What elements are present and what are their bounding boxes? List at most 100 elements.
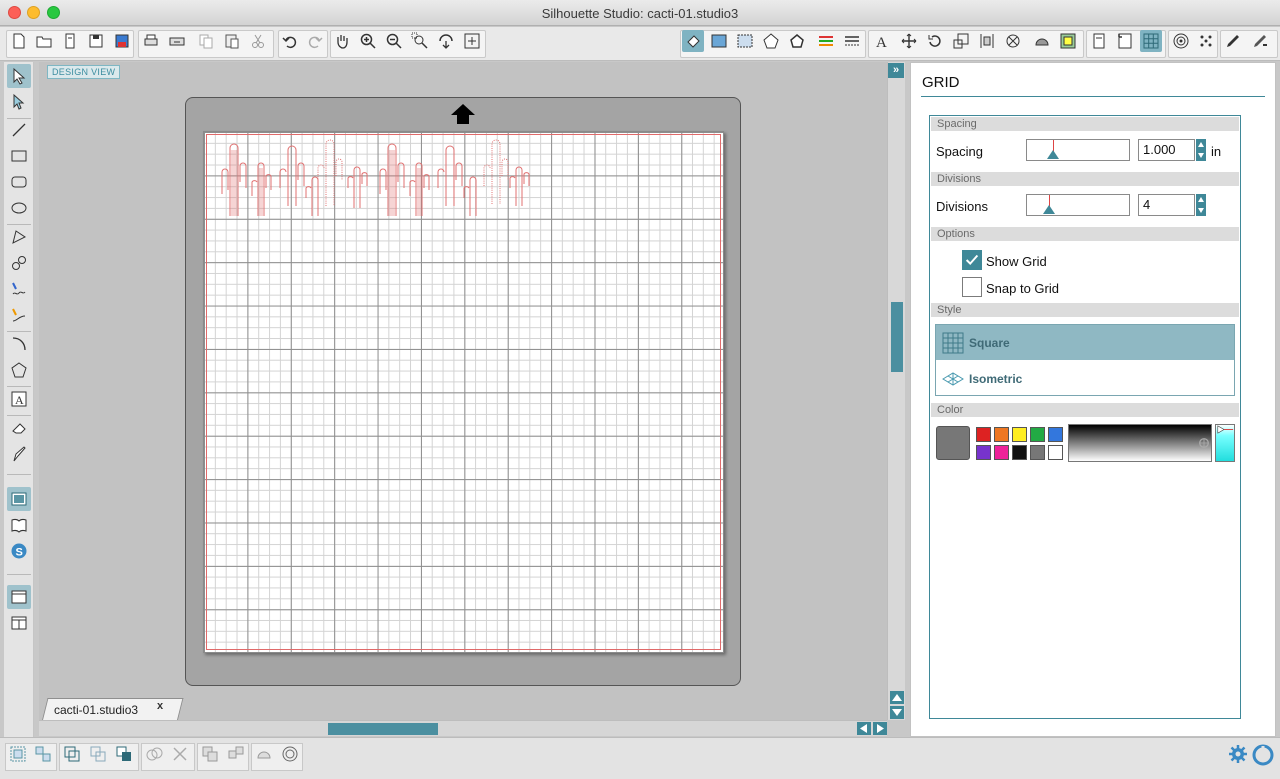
undo-icon[interactable]	[279, 30, 301, 52]
group-icon[interactable]	[7, 743, 29, 765]
style-option-square[interactable]: Square	[936, 325, 1234, 360]
print-icon[interactable]	[140, 30, 162, 52]
fill-color-icon[interactable]	[682, 30, 704, 52]
line-tool-icon[interactable]	[7, 118, 31, 142]
edit-points-icon[interactable]	[7, 90, 31, 114]
current-color-swatch[interactable]	[936, 426, 970, 460]
registration-marks-icon[interactable]	[1114, 30, 1136, 52]
horizontal-scrollbar[interactable]	[39, 720, 887, 736]
color-swatch-orange[interactable]	[994, 427, 1009, 442]
cactus-designs[interactable]	[208, 136, 538, 218]
save-to-library-icon[interactable]	[111, 30, 133, 52]
color-swatch-red[interactable]	[976, 427, 991, 442]
line-color-icon[interactable]	[815, 30, 837, 52]
divisions-slider-handle[interactable]	[1043, 205, 1055, 214]
save-icon[interactable]	[85, 30, 107, 52]
trace-icon[interactable]	[1170, 30, 1192, 52]
vertical-scroll-thumb[interactable]	[891, 302, 903, 372]
collapse-panel-button[interactable]: »	[888, 63, 904, 78]
copy-icon[interactable]	[195, 30, 217, 52]
style-option-isometric[interactable]: Isometric	[936, 361, 1234, 396]
color-swatch-gray[interactable]	[1030, 445, 1045, 460]
zoom-selection-icon[interactable]	[409, 30, 431, 52]
replicate-icon[interactable]	[1002, 30, 1024, 52]
vertical-scrollbar[interactable]	[887, 62, 905, 720]
divisions-stepper[interactable]	[1196, 194, 1206, 216]
pentagon-style-icon[interactable]	[786, 30, 808, 52]
bring-to-front-icon[interactable]	[113, 743, 135, 765]
sketch-icon[interactable]	[1222, 30, 1244, 52]
document-tab-label[interactable]: cacti-01.studio3	[54, 703, 138, 717]
align-icon[interactable]	[976, 30, 998, 52]
snap-to-grid-checkbox[interactable]	[962, 277, 982, 297]
release-compound-path-icon[interactable]	[87, 743, 109, 765]
show-grid-checkbox[interactable]	[962, 250, 982, 270]
color-swatch-purple[interactable]	[976, 445, 991, 460]
ellipse-tool-icon[interactable]	[7, 196, 31, 220]
divisions-input[interactable]: 4	[1138, 194, 1195, 216]
open-folder-icon[interactable]	[33, 30, 55, 52]
open-file-icon[interactable]	[59, 30, 81, 52]
line-style-icon[interactable]	[841, 30, 863, 52]
zoom-in-icon[interactable]	[357, 30, 379, 52]
regular-polygon-tool-icon[interactable]	[7, 358, 31, 382]
offset-rings-icon[interactable]	[279, 743, 301, 765]
cut-scissors-icon[interactable]	[247, 30, 269, 52]
library-view-icon[interactable]	[7, 513, 31, 537]
color-swatch-yellow[interactable]	[1012, 427, 1027, 442]
duplicate-icon[interactable]	[199, 743, 221, 765]
spacing-increment-icon[interactable]	[1196, 139, 1206, 150]
pixscan-icon[interactable]	[1195, 30, 1217, 52]
move-icon[interactable]	[898, 30, 920, 52]
freehand-tool-icon[interactable]	[7, 277, 31, 301]
page-grid[interactable]	[203, 131, 724, 653]
spacing-stepper[interactable]	[1196, 139, 1206, 161]
rotate-icon[interactable]	[924, 30, 946, 52]
send-to-cutter-icon[interactable]	[1249, 30, 1271, 52]
arc-tool-icon[interactable]	[7, 332, 31, 356]
close-tab-icon[interactable]: x	[157, 700, 163, 712]
rounded-rectangle-tool-icon[interactable]	[7, 170, 31, 194]
split-pane-layout-icon[interactable]	[7, 611, 31, 635]
silhouette-store-icon[interactable]: S	[7, 539, 31, 563]
scroll-right-arrow-icon[interactable]	[873, 722, 887, 735]
scroll-up-arrow-icon[interactable]	[890, 691, 904, 704]
design-canvas[interactable]: DESIGN VIEW	[39, 62, 887, 720]
scroll-left-arrow-icon[interactable]	[857, 722, 871, 735]
mirror-icon[interactable]	[225, 743, 247, 765]
divisions-decrement-icon[interactable]	[1196, 205, 1206, 216]
eraser-tool-icon[interactable]	[7, 416, 31, 440]
page-setup-icon[interactable]	[1088, 30, 1110, 52]
scroll-down-arrow-icon[interactable]	[890, 706, 904, 719]
color-swatch-green[interactable]	[1030, 427, 1045, 442]
spacing-slider[interactable]	[1026, 139, 1130, 161]
divisions-slider[interactable]	[1026, 194, 1130, 216]
gradient-fill-icon[interactable]	[708, 30, 730, 52]
divisions-increment-icon[interactable]	[1196, 194, 1206, 205]
spacing-input[interactable]: 1.000	[1138, 139, 1195, 161]
nesting-icon[interactable]	[1031, 30, 1053, 52]
curve-tool-icon[interactable]	[7, 251, 31, 275]
modify-icon[interactable]	[253, 743, 275, 765]
make-compound-path-icon[interactable]	[61, 743, 83, 765]
rectangle-tool-icon[interactable]	[7, 144, 31, 168]
color-swatch-pink[interactable]	[994, 445, 1009, 460]
design-view-icon[interactable]	[7, 487, 31, 511]
ungroup-icon[interactable]	[32, 743, 54, 765]
single-pane-layout-icon[interactable]	[7, 585, 31, 609]
pan-hand-icon[interactable]	[331, 30, 353, 52]
text-tool-icon[interactable]: A	[7, 387, 31, 411]
new-document-icon[interactable]	[8, 30, 30, 52]
spacing-decrement-icon[interactable]	[1196, 150, 1206, 161]
snap-to-grid-label[interactable]: Snap to Grid	[986, 281, 1059, 296]
smooth-freehand-tool-icon[interactable]	[7, 303, 31, 327]
select-arrow-icon[interactable]	[7, 64, 31, 88]
horizontal-scroll-thumb[interactable]	[328, 723, 438, 735]
color-swatch-white[interactable]	[1048, 445, 1063, 460]
hue-slider[interactable]	[1215, 424, 1235, 462]
zoom-out-icon[interactable]	[383, 30, 405, 52]
weld-icon[interactable]	[143, 743, 165, 765]
redo-icon[interactable]	[304, 30, 326, 52]
delete-icon[interactable]	[169, 743, 191, 765]
paste-icon[interactable]	[221, 30, 243, 52]
